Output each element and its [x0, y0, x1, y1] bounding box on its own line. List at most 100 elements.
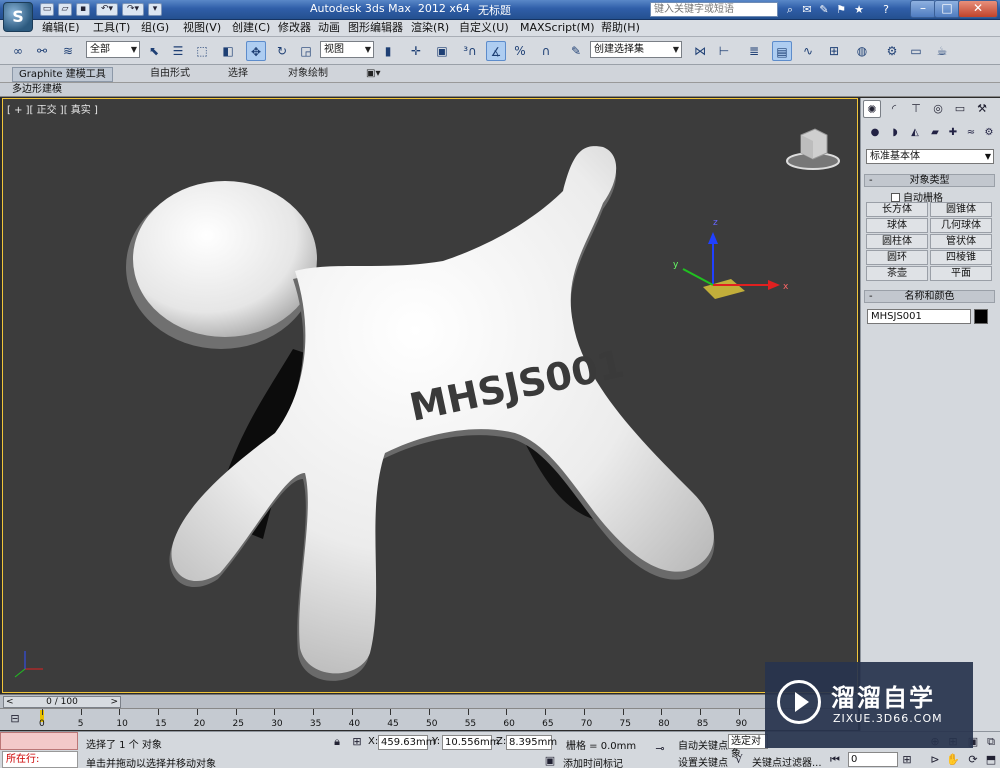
menu-rendering[interactable]: 渲染(R) — [411, 21, 449, 35]
menu-graph-editors[interactable]: 图形编辑器 — [348, 21, 403, 35]
teapot-button[interactable]: 茶壶 — [866, 266, 928, 281]
menu-tools[interactable]: 工具(T) — [93, 21, 130, 35]
unlink-icon[interactable]: ⚯ — [32, 41, 52, 61]
angle-snap-icon[interactable]: ∡ — [486, 41, 506, 61]
help-icon[interactable]: ? — [879, 3, 893, 16]
add-time-tag[interactable]: 添加时间标记 — [563, 755, 623, 768]
viewcube-icon[interactable] — [783, 121, 843, 171]
absolute-mode-icon[interactable]: ⊞ — [350, 735, 364, 749]
go-to-start-icon[interactable]: ⏮ — [828, 753, 842, 767]
display-tab-icon[interactable]: ▭ — [951, 100, 969, 118]
graphite-toggle-icon[interactable]: ▤ — [772, 41, 792, 61]
material-editor-icon[interactable]: ◍ — [852, 41, 872, 61]
name-color-rollout[interactable]: - 名称和颜色 — [864, 290, 995, 303]
object-name-field[interactable]: MHSJS001 — [867, 309, 971, 324]
cylinder-button[interactable]: 圆柱体 — [866, 234, 928, 249]
time-slider-thumb[interactable]: <0 / 100 > — [3, 696, 121, 708]
ribbon-options-icon[interactable]: ▣▾ — [360, 67, 386, 82]
reference-coord-dropdown[interactable]: 视图 — [320, 41, 374, 58]
maximize-button[interactable]: □ — [934, 0, 960, 18]
transform-gizmo[interactable]: z x y — [673, 218, 789, 299]
menu-create[interactable]: 创建(C) — [232, 21, 270, 35]
helpers-icon[interactable]: ✚ — [945, 125, 961, 141]
spinner-snap-icon[interactable]: ∩ — [536, 41, 556, 61]
perspective-viewport[interactable]: MHSJS001 z x y [ + ][ 正交 ][ 真实 ] — [2, 98, 858, 693]
sphere-button[interactable]: 球体 — [866, 218, 928, 233]
tab-freeform[interactable]: 自由形式 — [144, 67, 196, 82]
search-input[interactable]: 键入关键字或短语 — [650, 2, 778, 17]
current-frame-field[interactable]: 0 — [848, 752, 898, 767]
keyboard-shortcut-override-icon[interactable]: ▣ — [432, 41, 452, 61]
lock-icon[interactable]: 🔒︎ — [330, 735, 344, 749]
lights-icon[interactable]: ◭ — [907, 125, 923, 141]
maxscript-mini-listener[interactable]: 所在行: — [2, 751, 78, 768]
mini-curve-editor-icon[interactable]: ⊟ — [8, 712, 22, 726]
close-button[interactable]: ✕ — [958, 0, 998, 18]
render-setup-icon[interactable]: ⚙ — [882, 41, 902, 61]
connect-icon[interactable]: ⚑ — [834, 3, 848, 16]
undo-icon[interactable]: ↶▾ — [96, 3, 118, 16]
named-selection-dropdown[interactable]: 创建选择集 — [590, 41, 682, 58]
pan-icon[interactable]: ✋ — [946, 753, 960, 767]
open-file-icon[interactable]: ▱ — [58, 3, 72, 16]
tab-graphite-modeling[interactable]: Graphite 建模工具 — [12, 67, 113, 82]
cameras-icon[interactable]: ▰ — [927, 125, 943, 141]
menu-help[interactable]: 帮助(H) — [601, 21, 640, 35]
dog-model[interactable]: MHSJS001 z x y — [3, 99, 858, 693]
menu-modifiers[interactable]: 修改器 — [278, 21, 311, 35]
app-logo-icon[interactable]: S — [3, 2, 33, 32]
geometry-icon[interactable]: ● — [867, 125, 883, 141]
select-scale-icon[interactable]: ◲ — [296, 41, 316, 61]
utilities-tab-icon[interactable]: ⚒ — [973, 100, 991, 118]
rect-selection-icon[interactable]: ⬚ — [192, 41, 212, 61]
pyramid-button[interactable]: 四棱锥 — [930, 250, 992, 265]
object-type-rollout[interactable]: - 对象类型 — [864, 174, 995, 187]
key-filters-button[interactable]: 关键点过滤器... — [752, 754, 822, 768]
modify-tab-icon[interactable]: ◜ — [885, 100, 903, 118]
align-icon[interactable]: ⊢ — [714, 41, 734, 61]
edit-named-selection-icon[interactable]: ✎ — [566, 41, 586, 61]
render-production-icon[interactable]: ☕ — [932, 41, 952, 61]
set-key-icon[interactable]: ⊸ — [648, 742, 672, 756]
plane-button[interactable]: 平面 — [930, 266, 992, 281]
minimize-button[interactable]: – — [910, 0, 936, 18]
field-of-view-icon[interactable]: ⊳ — [928, 753, 942, 767]
layer-manager-icon[interactable]: ≣ — [744, 41, 764, 61]
selected-dropdown[interactable]: 选定对象 — [728, 734, 768, 760]
menu-customize[interactable]: 自定义(U) — [459, 21, 509, 35]
binoculars-icon[interactable]: ⌕ — [783, 3, 797, 16]
select-object-icon[interactable]: ⬉ — [144, 41, 164, 61]
select-rotate-icon[interactable]: ↻ — [272, 41, 292, 61]
pivot-center-icon[interactable]: ▮ — [378, 41, 398, 61]
tab-selection[interactable]: 选择 — [222, 67, 254, 82]
object-color-swatch[interactable] — [974, 309, 988, 324]
communication-icon[interactable]: ✎ — [817, 3, 831, 16]
y-coordinate-field[interactable]: 10.556mm — [442, 735, 499, 750]
menu-animation[interactable]: 动画 — [318, 21, 340, 35]
torus-button[interactable]: 圆环 — [866, 250, 928, 265]
select-manipulate-icon[interactable]: ✛ — [406, 41, 426, 61]
snaps-toggle-icon[interactable]: ³∩ — [460, 41, 480, 61]
select-move-icon[interactable]: ✥ — [246, 41, 266, 61]
schematic-view-icon[interactable]: ⊞ — [824, 41, 844, 61]
time-slider[interactable]: <0 / 100 > — [0, 694, 858, 708]
menu-group[interactable]: 组(G) — [141, 21, 169, 35]
track-bar[interactable]: ⊟ 0 5 10 15 20 25 30 35 40 45 50 55 60 65 70 75 80 85 90 — [0, 708, 858, 730]
key-mode-icon[interactable]: √ — [732, 753, 746, 767]
set-key-button[interactable]: 设置关键点 — [678, 754, 728, 768]
mirror-icon[interactable]: ⋈ — [690, 41, 710, 61]
maxscript-listener[interactable] — [0, 732, 78, 750]
window-crossing-icon[interactable]: ◧ — [218, 41, 238, 61]
x-coordinate-field[interactable]: 459.63mm — [378, 735, 435, 750]
subscription-icon[interactable]: ✉ — [800, 3, 814, 16]
menu-views[interactable]: 视图(V) — [183, 21, 221, 35]
box-button[interactable]: 长方体 — [866, 202, 928, 217]
motion-tab-icon[interactable]: ◎ — [929, 100, 947, 118]
new-file-icon[interactable]: ▭ — [40, 3, 54, 16]
shapes-icon[interactable]: ◗ — [887, 125, 903, 141]
polygon-modeling-label[interactable]: 多边形建模 — [12, 83, 62, 96]
bind-space-warp-icon[interactable]: ≋ — [58, 41, 78, 61]
percent-snap-icon[interactable]: % — [510, 41, 530, 61]
geosphere-button[interactable]: 几何球体 — [930, 218, 992, 233]
redo-icon[interactable]: ↷▾ — [122, 3, 144, 16]
